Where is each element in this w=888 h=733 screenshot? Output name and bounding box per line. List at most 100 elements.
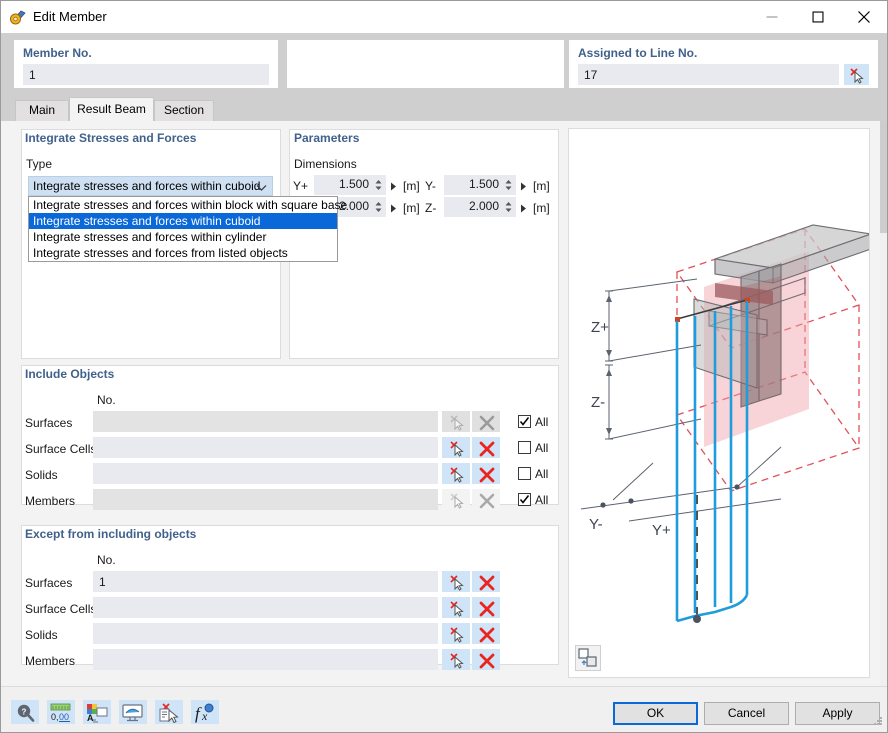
spinner-updown-icon[interactable] [504, 199, 513, 215]
include-row-surfaces-input[interactable] [93, 411, 438, 432]
svg-text:A: A [87, 713, 94, 723]
viewport-yminus-label: Y- [589, 516, 603, 533]
units-button[interactable]: 0, 00 [47, 700, 75, 724]
integrate-type-value: Integrate stresses and forces within cub… [33, 179, 260, 193]
help-button[interactable]: ? [11, 700, 39, 724]
select-objects-button[interactable] [155, 700, 183, 724]
clear-icon [479, 627, 495, 643]
dropdown-option-3[interactable]: Integrate stresses and forces from liste… [29, 245, 337, 261]
member-no-input[interactable]: 1 [23, 64, 269, 85]
except-row-surfaces-label: Surfaces [25, 576, 72, 590]
member-no-panel: Member No. 1 [13, 39, 279, 89]
include-row-surface-cells-all-checkbox[interactable] [518, 441, 531, 454]
clear-icon [479, 493, 495, 509]
include-row-solids-all-checkbox[interactable] [518, 467, 531, 480]
except-row-solids-input[interactable] [93, 623, 438, 644]
svg-text:f: f [195, 704, 202, 723]
dim-zplus-unit: [m] [403, 201, 420, 215]
model-viewport[interactable]: Z+ Z- Y- Y+ [568, 128, 870, 678]
pick-line-button[interactable] [844, 64, 869, 85]
check-icon [519, 416, 530, 427]
dim-yminus-label: Y- [425, 179, 436, 193]
select-objects-icon [158, 703, 180, 723]
dropdown-option-2[interactable]: Integrate stresses and forces within cyl… [29, 229, 337, 245]
include-row-members-label: Members [25, 494, 75, 508]
include-row-members-pick-button [442, 489, 470, 510]
visual-settings-button[interactable] [119, 700, 147, 724]
include-row-surface-cells-clear-button[interactable] [472, 437, 500, 458]
assigned-line-input[interactable]: 17 [578, 64, 839, 85]
include-row-surface-cells-input[interactable] [93, 437, 438, 458]
tab-result-beam[interactable]: Result Beam [69, 97, 154, 121]
except-row-surface-cells-pick-button[interactable] [442, 597, 470, 618]
minimize-icon [767, 11, 778, 22]
window-title: Edit Member [33, 9, 107, 24]
except-row-members-clear-button[interactable] [472, 649, 500, 670]
svg-text:00: 00 [59, 712, 69, 722]
dim-zminus-unit: [m] [533, 201, 550, 215]
include-objects-group [21, 365, 559, 505]
minimize-button[interactable] [749, 1, 795, 32]
apply-button[interactable]: Apply [795, 702, 880, 725]
pick-objects-icon [448, 600, 466, 617]
resize-grip[interactable] [872, 715, 884, 730]
include-row-solids-pick-button[interactable] [442, 463, 470, 484]
dim-yplus-unit: [m] [403, 179, 420, 193]
except-row-surfaces-input[interactable]: 1 [93, 571, 438, 592]
spinner-updown-icon[interactable] [374, 199, 383, 215]
except-row-solids-label: Solids [25, 628, 58, 642]
member-icon [8, 7, 28, 27]
except-row-surfaces-clear-button[interactable] [472, 571, 500, 592]
reset-view-button[interactable] [575, 645, 601, 671]
parameters-group-title: Parameters [294, 131, 359, 145]
clear-icon [479, 653, 495, 669]
tab-section[interactable]: Section [154, 100, 214, 121]
include-row-solids-label: Solids [25, 468, 58, 482]
clear-icon [479, 467, 495, 483]
except-row-surface-cells-input[interactable] [93, 597, 438, 618]
include-row-solids-input[interactable] [93, 463, 438, 484]
spinner-updown-icon[interactable] [374, 177, 383, 193]
dropdown-option-0[interactable]: Integrate stresses and forces within blo… [29, 197, 337, 213]
dialog-scrollbar-thumb[interactable] [880, 121, 887, 233]
dim-yplus-field[interactable]: 1.500 [314, 175, 386, 195]
cancel-button[interactable]: Cancel [704, 702, 789, 725]
include-row-solids-clear-button[interactable] [472, 463, 500, 484]
include-row-surfaces-clear-button [472, 411, 500, 432]
include-row-members-all-checkbox[interactable] [518, 493, 531, 506]
except-row-members-pick-button[interactable] [442, 649, 470, 670]
dim-zminus-field[interactable]: 2.000 [444, 197, 516, 217]
dim-yminus-field[interactable]: 1.500 [444, 175, 516, 195]
pick-objects-icon [448, 414, 466, 431]
pick-objects-icon [448, 652, 466, 669]
dimensions-label: Dimensions [294, 157, 357, 171]
close-button[interactable] [841, 1, 887, 32]
maximize-button[interactable] [795, 1, 841, 32]
include-row-surfaces-all-checkbox[interactable] [518, 415, 531, 428]
tab-main[interactable]: Main [15, 100, 69, 121]
include-row-surface-cells-pick-button[interactable] [442, 437, 470, 458]
except-row-members-input[interactable] [93, 649, 438, 670]
except-row-solids-clear-button[interactable] [472, 623, 500, 644]
spinner-updown-icon[interactable] [504, 177, 513, 193]
formula-button[interactable]: f x [191, 700, 219, 724]
integrate-type-combo[interactable]: Integrate stresses and forces within cub… [28, 176, 273, 196]
dialog-scrollbar[interactable] [880, 121, 887, 686]
except-objects-title: Except from including objects [25, 527, 196, 541]
except-row-solids-pick-button[interactable] [442, 623, 470, 644]
type-label: Type [26, 157, 52, 171]
assigned-line-label: Assigned to Line No. [578, 46, 697, 60]
integrate-type-dropdown-list[interactable]: Integrate stresses and forces within blo… [28, 196, 338, 262]
pick-line-icon [848, 67, 866, 84]
clear-icon [479, 415, 495, 431]
include-objects-title: Include Objects [25, 367, 114, 381]
display-properties-button[interactable]: A [83, 700, 111, 724]
integrate-group-title: Integrate Stresses and Forces [25, 131, 196, 145]
include-row-members-input[interactable] [93, 489, 438, 510]
svg-text:?: ? [22, 708, 27, 717]
dropdown-option-1[interactable]: Integrate stresses and forces within cub… [29, 213, 337, 229]
except-row-surfaces-pick-button[interactable] [442, 571, 470, 592]
title-bar: Edit Member [1, 1, 887, 33]
except-row-surface-cells-clear-button[interactable] [472, 597, 500, 618]
ok-button[interactable]: OK [613, 702, 698, 725]
